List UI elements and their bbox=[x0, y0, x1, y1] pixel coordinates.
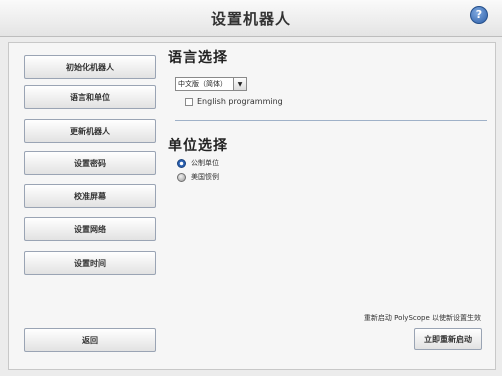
title-bar: 设置机器人 ? bbox=[0, 0, 502, 37]
restart-note: 重新启动 PolyScope 以使新设置生效 bbox=[363, 314, 481, 322]
radio-selected-icon[interactable] bbox=[177, 158, 186, 168]
language-select-value: 中文版（简体） bbox=[178, 80, 227, 88]
units-option-label: 公制单位 bbox=[191, 159, 219, 167]
page-title: 设置机器人 bbox=[210, 10, 291, 28]
language-section-title: 语言选择 bbox=[168, 50, 228, 66]
section-divider bbox=[175, 120, 487, 121]
nav-setup-network-button[interactable]: 设置网络 bbox=[24, 217, 156, 241]
help-icon[interactable]: ? bbox=[470, 6, 488, 24]
nav-calibrate-screen-button[interactable]: 校准屏幕 bbox=[24, 184, 156, 208]
nav-set-time-button[interactable]: 设置时间 bbox=[24, 251, 156, 275]
chevron-down-icon[interactable]: ▼ bbox=[233, 78, 246, 90]
back-button[interactable]: 返回 bbox=[24, 328, 156, 352]
units-option-label: 美国惯例 bbox=[191, 173, 219, 181]
nav-language-units-button[interactable]: 语言和单位 bbox=[24, 85, 156, 109]
nav-update-robot-button[interactable]: 更新机器人 bbox=[24, 119, 156, 143]
english-programming-label: English programming bbox=[197, 97, 283, 106]
units-option-us[interactable]: 美国惯例 bbox=[177, 172, 219, 182]
english-programming-option[interactable]: English programming bbox=[185, 97, 283, 106]
english-programming-checkbox[interactable] bbox=[185, 97, 193, 106]
units-section-title: 单位选择 bbox=[168, 138, 228, 154]
language-select[interactable]: 中文版（简体） ▼ bbox=[175, 77, 247, 91]
restart-now-button[interactable]: 立即重新启动 bbox=[414, 328, 482, 350]
nav-set-password-button[interactable]: 设置密码 bbox=[24, 151, 156, 175]
nav-initialize-robot-button[interactable]: 初始化机器人 bbox=[24, 55, 156, 79]
radio-unselected-icon[interactable] bbox=[177, 172, 186, 182]
settings-panel: 初始化机器人 语言和单位 更新机器人 设置密码 校准屏幕 设置网络 设置时间 返… bbox=[8, 42, 496, 370]
units-option-metric[interactable]: 公制单位 bbox=[177, 158, 219, 168]
